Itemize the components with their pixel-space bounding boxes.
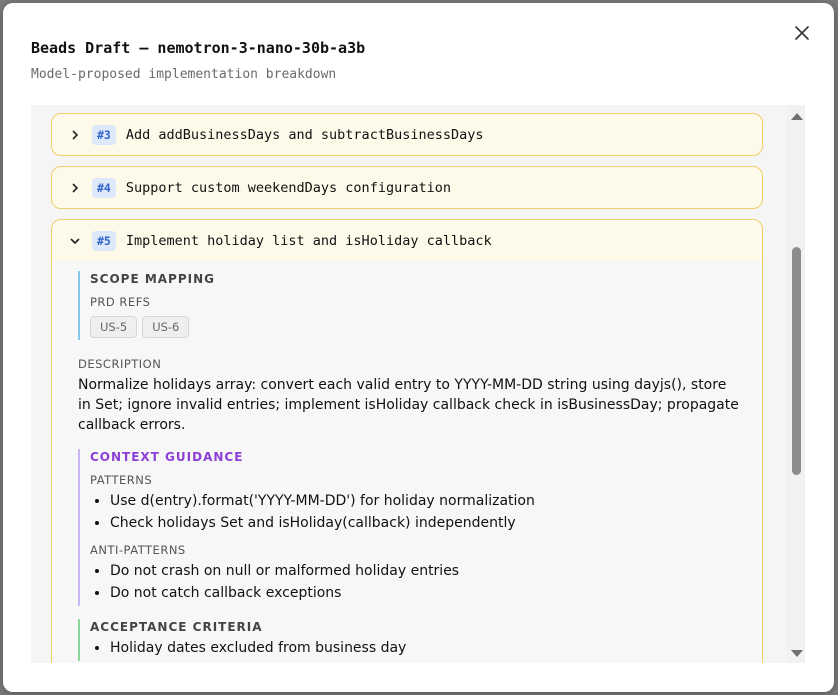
chevron-right-icon — [70, 129, 80, 140]
list-item: Do not crash on null or malformed holida… — [110, 560, 750, 582]
bead-title: Support custom weekendDays configuration — [125, 179, 451, 196]
bead-card-expanded: #5 Implement holiday list and isHoliday … — [51, 219, 763, 663]
bead-card: #3 Add addBusinessDays and subtractBusin… — [51, 113, 763, 156]
modal-subtitle: Model-proposed implementation breakdown — [31, 67, 337, 82]
bead-details: SCOPE MAPPING PRD REFS US-5 US-6 DESCRIP… — [52, 261, 762, 663]
acceptance-criteria-list: Holiday dates excluded from business day — [90, 637, 750, 659]
prd-refs-label: PRD REFS — [90, 295, 151, 309]
bead-card: #4 Support custom weekendDays configurat… — [51, 166, 763, 209]
bead-description: Normalize holidays array: convert each v… — [78, 377, 739, 433]
beads-list-scroll-area[interactable]: #3 Add addBusinessDays and subtractBusin… — [31, 105, 801, 663]
acceptance-criteria-section: ACCEPTANCE CRITERIA Holiday dates exclud… — [78, 619, 750, 661]
close-button[interactable] — [789, 20, 815, 46]
chevron-right-icon — [70, 182, 80, 193]
beads-draft-modal: Beads Draft — nemotron-3-nano-30b-a3b Mo… — [3, 3, 834, 692]
context-guidance-heading: CONTEXT GUIDANCE — [90, 450, 244, 464]
bead-title: Implement holiday list and isHoliday cal… — [125, 232, 492, 249]
prd-refs-list: US-5 US-6 — [90, 316, 750, 338]
description-label: DESCRIPTION — [78, 357, 162, 371]
scope-mapping-section: SCOPE MAPPING PRD REFS US-5 US-6 — [78, 271, 750, 340]
bead-title: Add addBusinessDays and subtractBusiness… — [125, 126, 484, 143]
bead-number-badge: #4 — [92, 177, 116, 198]
list-item: Use d(entry).format('YYYY-MM-DD') for ho… — [110, 490, 750, 512]
patterns-list: Use d(entry).format('YYYY-MM-DD') for ho… — [90, 490, 750, 534]
list-item: Holiday dates excluded from business day — [110, 637, 750, 659]
vertical-scrollbar[interactable] — [787, 105, 805, 663]
modal-title: Beads Draft — nemotron-3-nano-30b-a3b — [31, 39, 366, 57]
bead-number-badge: #3 — [92, 124, 116, 145]
prd-ref-tag: US-6 — [142, 316, 190, 338]
scrollbar-thumb[interactable] — [792, 247, 801, 475]
bead-card-header[interactable]: #5 Implement holiday list and isHoliday … — [52, 220, 762, 261]
list-item: Check holidays Set and isHoliday(callbac… — [110, 512, 750, 534]
bead-number-badge: #5 — [92, 230, 116, 251]
chevron-down-icon — [70, 236, 80, 246]
anti-patterns-list: Do not crash on null or malformed holida… — [90, 560, 750, 604]
list-item: Do not catch callback exceptions — [110, 582, 750, 604]
bead-card-header[interactable]: #4 Support custom weekendDays configurat… — [52, 167, 762, 208]
context-guidance-section: CONTEXT GUIDANCE PATTERNS Use d(entry).f… — [78, 449, 750, 606]
patterns-label: PATTERNS — [90, 473, 153, 487]
scroll-down-arrow-icon[interactable] — [791, 650, 803, 657]
scroll-up-arrow-icon[interactable] — [791, 113, 803, 120]
anti-patterns-label: ANTI-PATTERNS — [90, 543, 186, 557]
bead-card-header[interactable]: #3 Add addBusinessDays and subtractBusin… — [52, 114, 762, 155]
prd-ref-tag: US-5 — [90, 316, 138, 338]
acceptance-criteria-heading: ACCEPTANCE CRITERIA — [90, 620, 263, 634]
scope-mapping-heading: SCOPE MAPPING — [90, 272, 215, 286]
close-icon — [795, 26, 809, 40]
